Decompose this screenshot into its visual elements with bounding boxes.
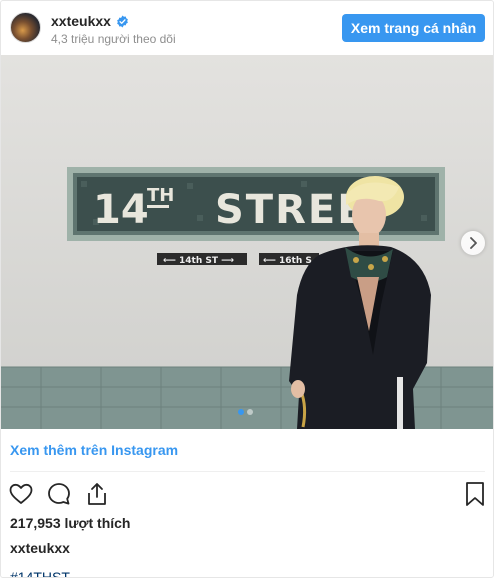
instagram-embed: xxteukxx 4,3 triệu người theo dõi Xem tr… xyxy=(0,0,494,578)
share-icon[interactable] xyxy=(84,481,110,507)
username-row: xxteukxx xyxy=(51,13,129,29)
next-slide-button[interactable] xyxy=(461,231,485,255)
svg-text:⟵ 16th S: ⟵ 16th S xyxy=(263,256,312,266)
follower-count: 4,3 triệu người theo dõi xyxy=(51,32,176,46)
heart-icon[interactable] xyxy=(8,481,34,507)
caption-username[interactable]: xxteukxx xyxy=(10,540,70,556)
svg-text:14: 14 xyxy=(93,187,149,233)
verified-badge-icon xyxy=(117,15,128,27)
chevron-right-icon xyxy=(470,237,477,249)
carousel-indicator xyxy=(238,409,253,415)
comment-icon[interactable] xyxy=(46,481,72,507)
post-image[interactable]: 14 TH STREET ⟵ 14th ST ⟶ ⟵ 16th S xyxy=(1,55,493,429)
caption-hashtag[interactable]: #14THST xyxy=(10,569,70,577)
avatar[interactable] xyxy=(10,12,41,43)
see-more-on-instagram-link[interactable]: Xem thêm trên Instagram xyxy=(10,442,178,458)
carousel-dot-active xyxy=(238,409,244,415)
bookmark-icon[interactable] xyxy=(463,481,487,507)
username[interactable]: xxteukxx xyxy=(51,13,111,29)
divider xyxy=(10,471,485,472)
svg-text:⟵ 14th ST ⟶: ⟵ 14th ST ⟶ xyxy=(163,256,234,266)
svg-text:TH: TH xyxy=(147,185,174,206)
view-profile-button[interactable]: Xem trang cá nhân xyxy=(342,14,485,42)
carousel-dot xyxy=(247,409,253,415)
like-count[interactable]: 217,953 lượt thích xyxy=(10,515,130,531)
post-header: xxteukxx 4,3 triệu người theo dõi Xem tr… xyxy=(1,1,493,55)
action-bar xyxy=(8,481,110,507)
subway-photo: 14 TH STREET ⟵ 14th ST ⟶ ⟵ 16th S xyxy=(1,55,493,429)
